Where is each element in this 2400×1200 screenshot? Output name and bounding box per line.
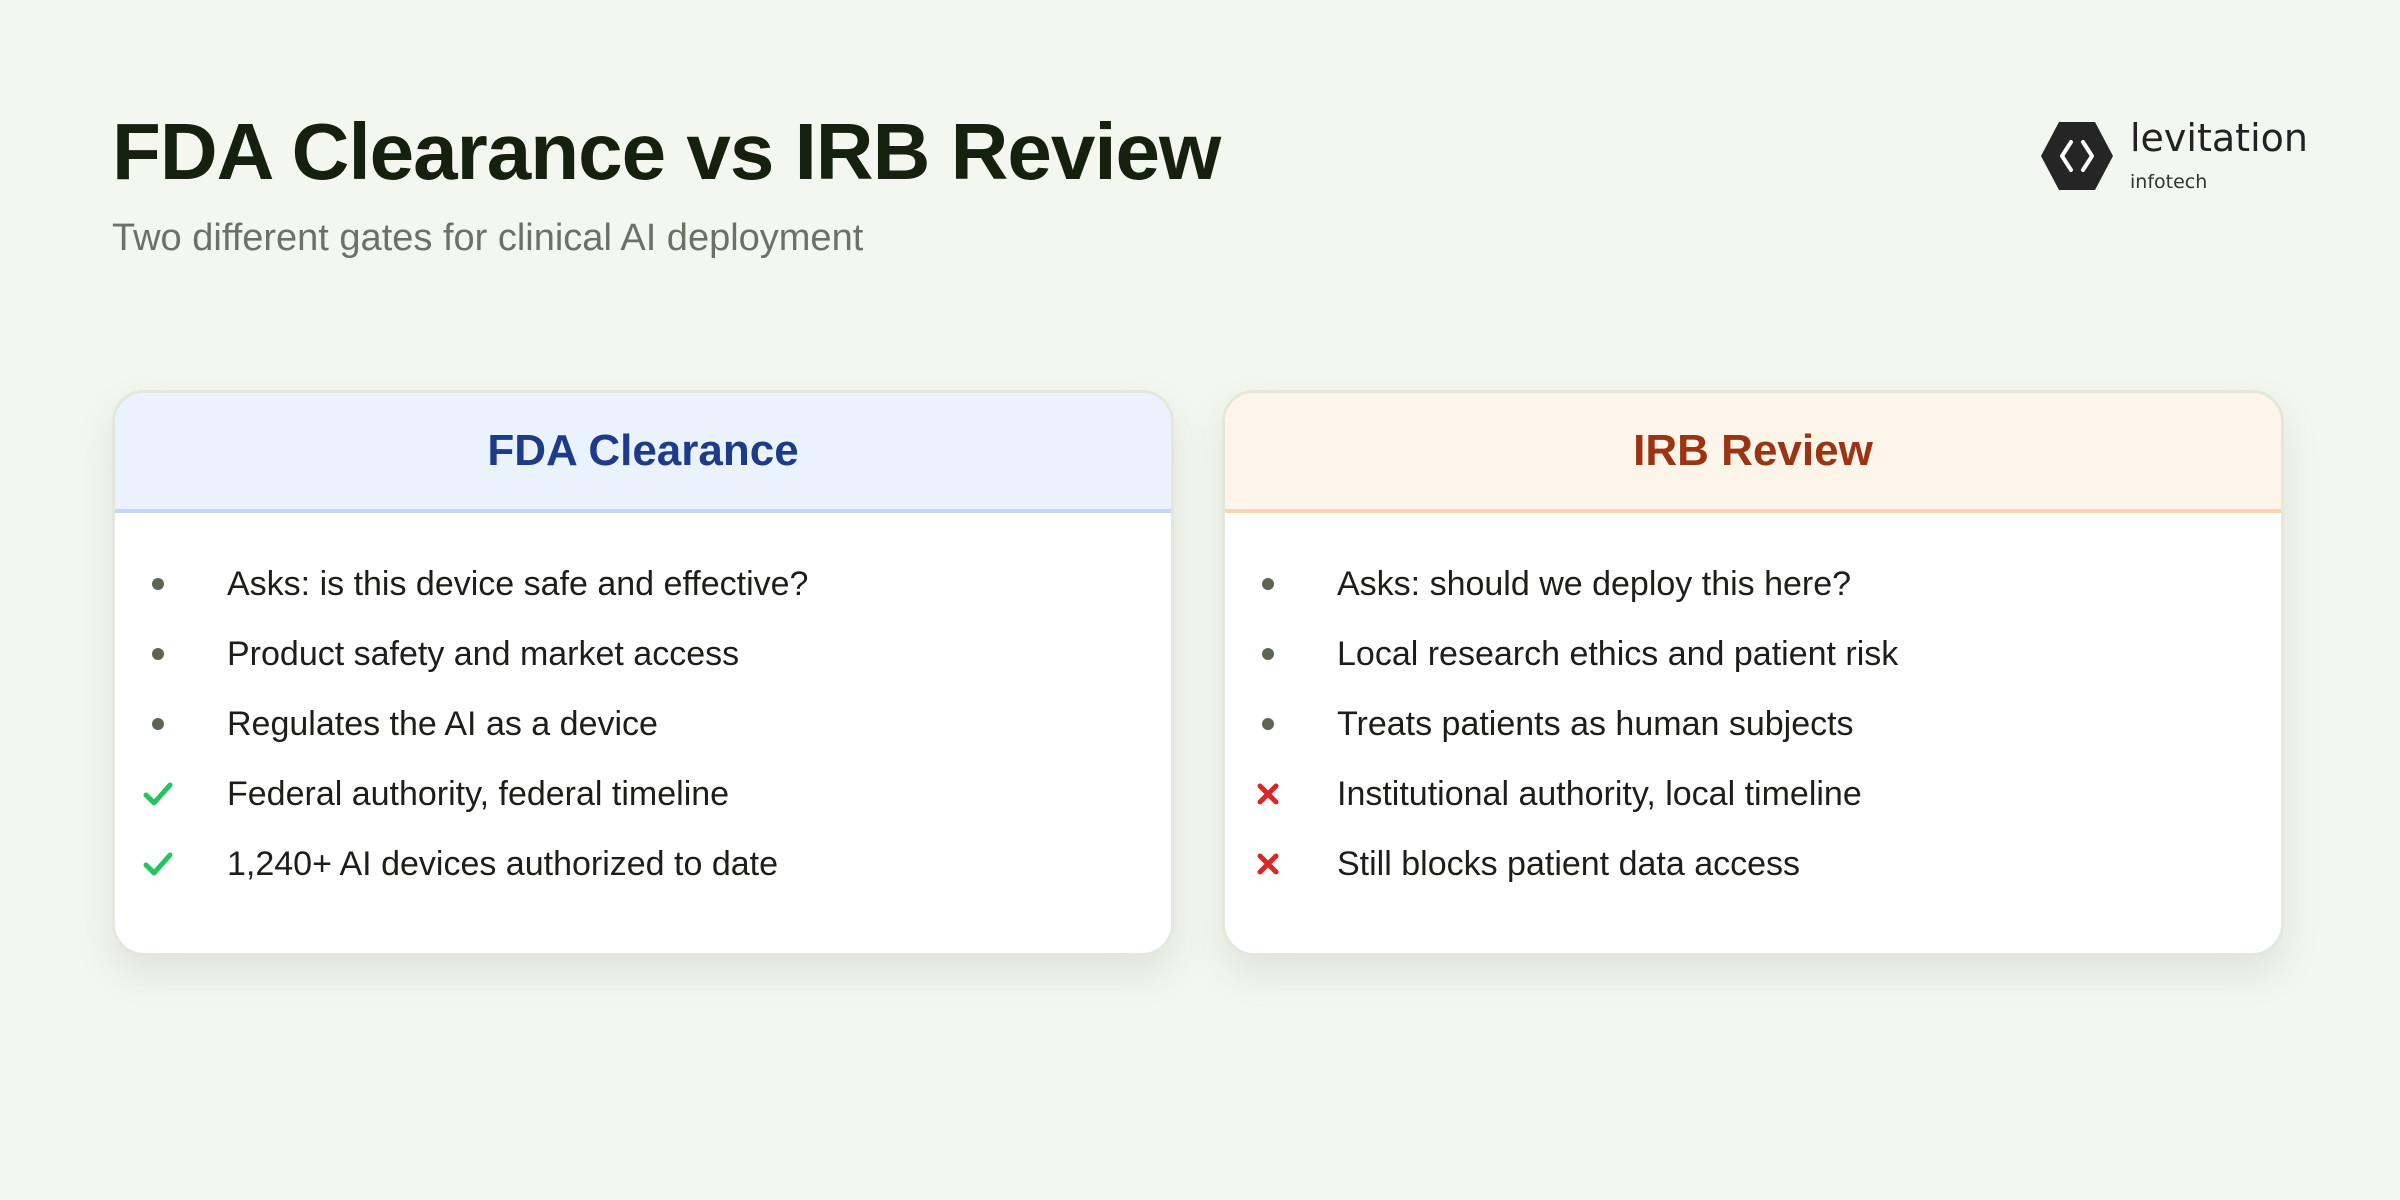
- item-text: Regulates the AI as a device: [227, 704, 658, 743]
- hexagon-chevrons-icon: [2041, 122, 2113, 190]
- list-item: Product safety and market access: [115, 619, 1171, 689]
- logo-subtitle: infotech: [2130, 170, 2208, 193]
- bullet-icon: [1225, 578, 1337, 590]
- list-item: Treats patients as human subjects: [1225, 689, 2281, 759]
- item-text: 1,240+ AI devices authorized to date: [227, 844, 779, 883]
- cross-icon: [1225, 782, 1337, 806]
- page-subtitle: Two different gates for clinical AI depl…: [112, 217, 864, 259]
- list-item: Still blocks patient data access: [1225, 829, 2281, 899]
- item-text: Still blocks patient data access: [1337, 844, 1801, 883]
- card-title: FDA Clearance: [487, 426, 799, 475]
- item-text: Product safety and market access: [227, 634, 740, 673]
- card-header: FDA Clearance: [115, 393, 1171, 513]
- item-text: Local research ethics and patient risk: [1337, 634, 1899, 673]
- brand-logo: levitation infotech: [2040, 116, 2308, 196]
- irb-review-card: IRB Review Asks: should we deploy this h…: [1222, 390, 2284, 956]
- item-text: Asks: is this device safe and effective?: [227, 564, 809, 603]
- list-item: Local research ethics and patient risk: [1225, 619, 2281, 689]
- page-title: FDA Clearance vs IRB Review: [112, 107, 1221, 196]
- check-icon: [115, 781, 227, 807]
- item-list: Asks: should we deploy this here? Local r…: [1225, 513, 2281, 899]
- bullet-icon: [1225, 648, 1337, 660]
- fda-clearance-card: FDA Clearance Asks: is this device safe …: [112, 390, 1174, 956]
- item-text: Institutional authority, local timeline: [1337, 774, 1862, 813]
- check-icon: [115, 851, 227, 877]
- bullet-icon: [115, 718, 227, 730]
- item-text: Treats patients as human subjects: [1337, 704, 1854, 743]
- bullet-icon: [1225, 718, 1337, 730]
- item-list: Asks: is this device safe and effective?…: [115, 513, 1171, 899]
- bullet-icon: [115, 648, 227, 660]
- comparison-cards: FDA Clearance Asks: is this device safe …: [112, 390, 2288, 960]
- list-item: Regulates the AI as a device: [115, 689, 1171, 759]
- bullet-icon: [115, 578, 227, 590]
- list-item: Asks: should we deploy this here?: [1225, 549, 2281, 619]
- logo-name: levitation: [2130, 116, 2308, 161]
- item-text: Federal authority, federal timeline: [227, 774, 730, 813]
- card-title: IRB Review: [1633, 426, 1873, 475]
- card-header: IRB Review: [1225, 393, 2281, 513]
- list-item: Asks: is this device safe and effective?: [115, 549, 1171, 619]
- list-item: Federal authority, federal timeline: [115, 759, 1171, 829]
- cross-icon: [1225, 852, 1337, 876]
- list-item: Institutional authority, local timeline: [1225, 759, 2281, 829]
- item-text: Asks: should we deploy this here?: [1337, 564, 1852, 603]
- list-item: 1,240+ AI devices authorized to date: [115, 829, 1171, 899]
